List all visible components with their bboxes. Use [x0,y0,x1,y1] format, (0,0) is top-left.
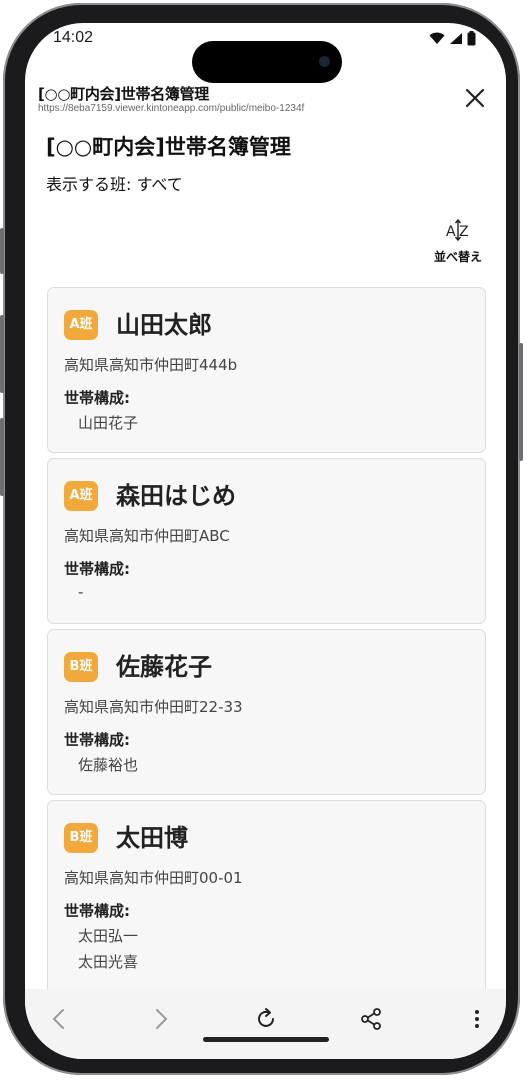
forward-button[interactable] [145,1003,177,1035]
back-icon [52,1009,64,1029]
sort-az-icon: A Z [446,218,469,242]
members-heading: 世帯構成: [64,389,130,407]
household-member: 山田花子 [78,414,139,432]
household-address: 高知県高知市仲田町ABC [64,527,230,545]
browser-header: [○○町内会]世帯名簿管理 https://8eba7159.viewer.ki… [25,77,506,121]
household-name: 佐藤花子 [116,653,212,681]
browser-url[interactable]: https://8eba7159.viewer.kintoneapp.com/p… [38,103,304,114]
group-badge: A班 [64,310,98,340]
close-icon [465,88,485,108]
members-heading: 世帯構成: [64,560,130,578]
browser-page-title: [○○町内会]世帯名簿管理 [38,85,209,103]
home-indicator[interactable] [203,1037,329,1042]
back-button[interactable] [43,1003,75,1035]
household-card[interactable]: B班 佐藤花子 高知県高知市仲田町22-33 世帯構成: 佐藤裕也 [47,629,486,795]
group-badge: B班 [64,652,98,682]
phone-frame: 14:02 [○○町内会]世帯名簿管理 https://8eba7159.vie… [0,3,523,1075]
power-button [519,343,523,461]
volume-down-button [0,418,4,496]
status-time: 14:02 [53,29,94,46]
household-name: 太田博 [116,824,188,852]
status-icons [429,31,476,46]
household-member: 太田弘一 [78,927,139,945]
share-button[interactable] [355,1003,387,1035]
svg-text:A: A [446,224,456,240]
household-address: 高知県高知市仲田町444b [64,356,238,374]
household-address: 高知県高知市仲田町00-01 [64,869,243,887]
household-member: 太田光喜 [78,953,139,971]
household-member: - [78,583,84,601]
sort-label: 並べ替え [433,250,482,264]
group-filter[interactable]: 表示する班: すべて [46,171,183,195]
members-heading: 世帯構成: [64,731,130,749]
group-badge: B班 [64,823,98,853]
page-title: [○○町内会]世帯名簿管理 [46,135,291,159]
more-button[interactable] [461,1003,493,1035]
close-button[interactable] [462,85,488,111]
front-camera [319,56,330,67]
household-name: 森田はじめ [116,482,236,510]
share-icon [361,1008,381,1030]
reload-button[interactable] [250,1003,282,1035]
wifi-icon [429,32,445,44]
signal-icon [450,33,462,44]
members-heading: 世帯構成: [64,902,130,920]
volume-up-button [0,315,4,393]
reload-icon [258,1008,274,1027]
household-address: 高知県高知市仲田町22-33 [64,698,243,716]
action-button [0,228,4,274]
forward-icon [156,1009,168,1029]
browser-toolbar [25,989,506,1059]
battery-icon [467,31,476,46]
more-icon [475,1010,479,1028]
sort-button[interactable]: A Z 並べ替え [423,217,493,273]
household-card[interactable]: A班 山田太郎 高知県高知市仲田町444b 世帯構成: 山田花子 [47,287,486,453]
household-name: 山田太郎 [116,311,212,339]
household-card[interactable]: A班 森田はじめ 高知県高知市仲田町ABC 世帯構成: - [47,458,486,624]
screen: 14:02 [○○町内会]世帯名簿管理 https://8eba7159.vie… [25,23,506,1059]
group-badge: A班 [64,481,98,511]
household-member: 佐藤裕也 [78,756,139,774]
household-card[interactable]: B班 太田博 高知県高知市仲田町00-01 世帯構成: 太田弘一 太田光喜 [47,800,486,1002]
